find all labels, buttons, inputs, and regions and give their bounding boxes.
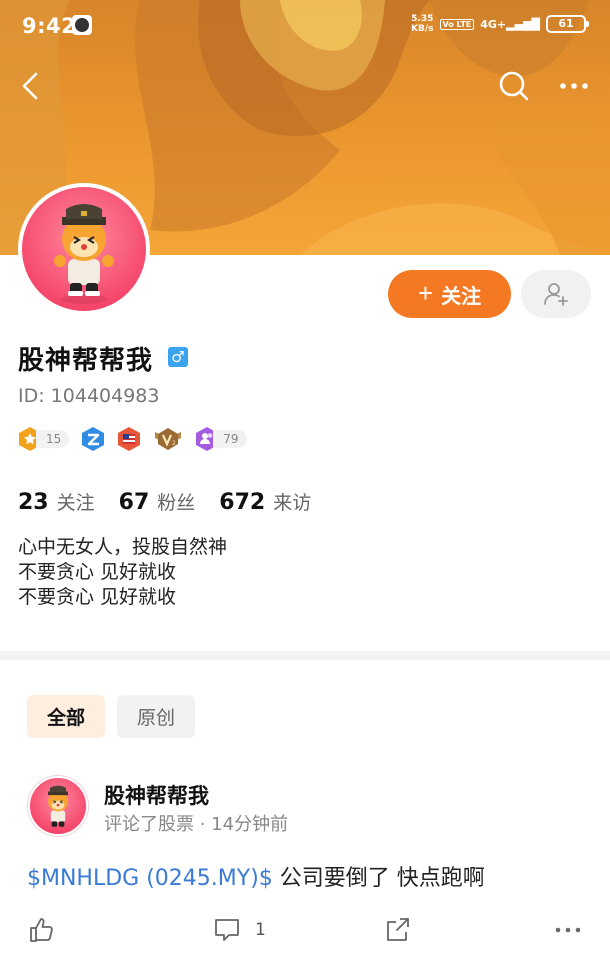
follow-button-label: 关注: [441, 285, 482, 308]
tiger-mascot-icon: [54, 204, 114, 304]
status-indicators: 5.35 KB/s Vo LTE 4G+▂▄▆█ 61: [411, 14, 589, 34]
v2-wings-badge-icon: 2: [155, 428, 182, 450]
male-gender-icon: ♂: [168, 347, 188, 367]
profile-avatar[interactable]: [18, 183, 150, 315]
bio-line: 不要贪心 见好就收: [18, 561, 177, 583]
search-icon[interactable]: [496, 68, 532, 104]
followers-stat[interactable]: 67 粉丝: [119, 488, 196, 515]
community-badge-count: 79: [213, 430, 247, 448]
tab-original[interactable]: 原创: [117, 695, 195, 738]
like-button[interactable]: [28, 916, 56, 944]
comment-bubble-icon: [215, 919, 239, 941]
profile-stats: 23 关注 67 粉丝 672 来访: [18, 488, 335, 515]
plus-icon: +: [417, 278, 434, 308]
share-icon: [387, 918, 409, 941]
status-time: 9:42: [22, 14, 77, 38]
post-body-text: 公司要倒了 快点跑啊: [272, 866, 485, 891]
tab-all[interactable]: 全部: [27, 695, 105, 738]
bio-line: 不要贪心 见好就收: [18, 586, 177, 608]
tiger-mascot-icon: [48, 785, 68, 827]
post-content[interactable]: $MNHLDG (0245.MY)$ 公司要倒了 快点跑啊: [27, 860, 485, 892]
alarm-clock-icon: [72, 15, 92, 35]
section-divider: [0, 651, 610, 660]
add-user-icon: [544, 283, 568, 306]
comment-button[interactable]: 1: [213, 916, 266, 944]
post-more-icon[interactable]: [553, 916, 583, 944]
level-badge[interactable]: 15: [18, 426, 70, 452]
post-author-name[interactable]: 股神帮帮我: [104, 780, 209, 810]
visitors-stat[interactable]: 672 来访: [219, 488, 311, 515]
signal-strength-icon: 4G+▂▄▆█: [480, 17, 540, 31]
region-badge[interactable]: [117, 426, 141, 452]
level-badge-count: 15: [36, 430, 70, 448]
status-bar: 9:42 5.35 KB/s Vo LTE 4G+▂▄▆█ 61: [0, 0, 610, 52]
profile-name: 股神帮帮我: [18, 346, 154, 376]
profile-id: ID: 104404983: [18, 385, 160, 407]
bio-line: 心中无女人，投股自然神: [18, 536, 228, 558]
post-action-bar: 1: [0, 912, 610, 952]
add-friend-button[interactable]: [521, 270, 591, 318]
z-shield-badge-icon: [82, 427, 105, 451]
svg-text:2: 2: [172, 440, 176, 447]
verified-badge[interactable]: [81, 426, 105, 452]
battery-icon: 61: [546, 15, 589, 33]
profile-bio: 心中无女人，投股自然神 不要贪心 见好就收 不要贪心 见好就收: [18, 535, 227, 610]
thumbs-up-icon: [30, 918, 53, 942]
following-stat[interactable]: 23 关注: [18, 488, 95, 515]
post-author-avatar[interactable]: [28, 776, 88, 836]
vip-badge[interactable]: 2: [153, 426, 183, 452]
flag-badge-icon: [118, 427, 141, 451]
comment-count: 1: [255, 920, 266, 940]
community-badge[interactable]: 79: [195, 426, 247, 452]
volte-icon: Vo LTE: [439, 18, 475, 30]
share-button[interactable]: [384, 916, 412, 944]
follow-button[interactable]: + 关注: [388, 270, 511, 318]
network-speed: 5.35 KB/s: [411, 14, 434, 34]
post-meta: 评论了股票 · 14分钟前: [104, 814, 289, 835]
more-menu-icon[interactable]: [556, 68, 592, 104]
badge-row: 15 2 79: [18, 426, 259, 452]
stock-ticker-link[interactable]: $MNHLDG (0245.MY)$: [27, 866, 273, 891]
back-chevron-icon[interactable]: [14, 68, 50, 104]
